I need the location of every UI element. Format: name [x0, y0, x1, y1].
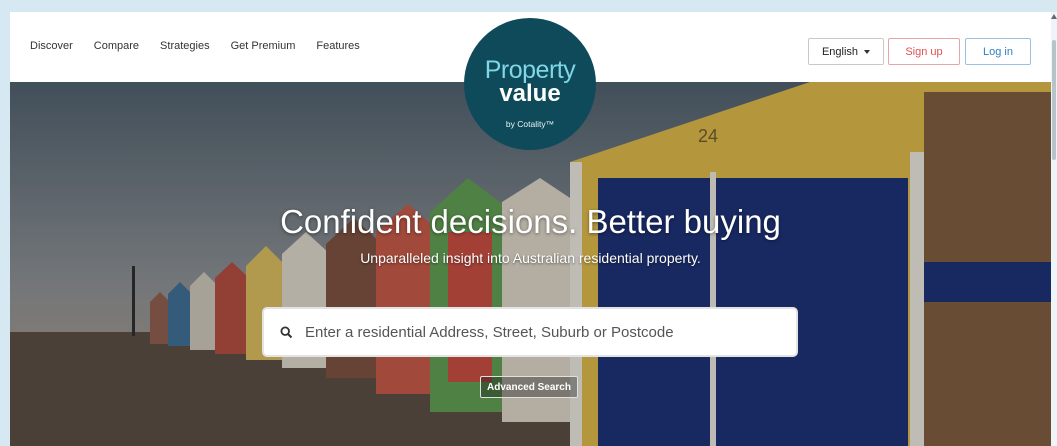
nav-item-strategies[interactable]: Strategies [160, 40, 210, 52]
logo-text-value: value [499, 80, 561, 107]
hero-subheadline: Unparalleled insight into Australian res… [360, 250, 701, 266]
search-icon [280, 325, 293, 338]
advanced-search-button[interactable]: Advanced Search [480, 376, 578, 398]
nav-item-features[interactable]: Features [316, 40, 359, 52]
browser-viewport: Discover Compare Strategies Get Premium … [10, 12, 1051, 446]
page-scrollbar[interactable] [1051, 12, 1057, 446]
logo-text-by-cotality: by Cotality™ [505, 119, 555, 129]
property-value-logo[interactable]: Property value by Cotality™ [464, 18, 596, 150]
nav-item-compare[interactable]: Compare [94, 40, 139, 52]
language-selector[interactable]: English [808, 38, 884, 65]
caret-down-icon [864, 49, 871, 54]
nav-item-get-premium[interactable]: Get Premium [231, 40, 296, 52]
scroll-up-arrow-icon[interactable] [1051, 14, 1057, 19]
nav-item-discover[interactable]: Discover [30, 40, 73, 52]
signup-button[interactable]: Sign up [888, 38, 960, 65]
login-button[interactable]: Log in [965, 38, 1031, 65]
scrollbar-thumb[interactable] [1052, 40, 1056, 160]
language-label: English [821, 45, 859, 58]
hero-headline: Confident decisions. Better buying [280, 203, 781, 240]
address-search-input[interactable] [303, 322, 777, 342]
address-search-box[interactable] [262, 307, 798, 357]
main-nav: Discover Compare Strategies Get Premium … [30, 40, 360, 52]
